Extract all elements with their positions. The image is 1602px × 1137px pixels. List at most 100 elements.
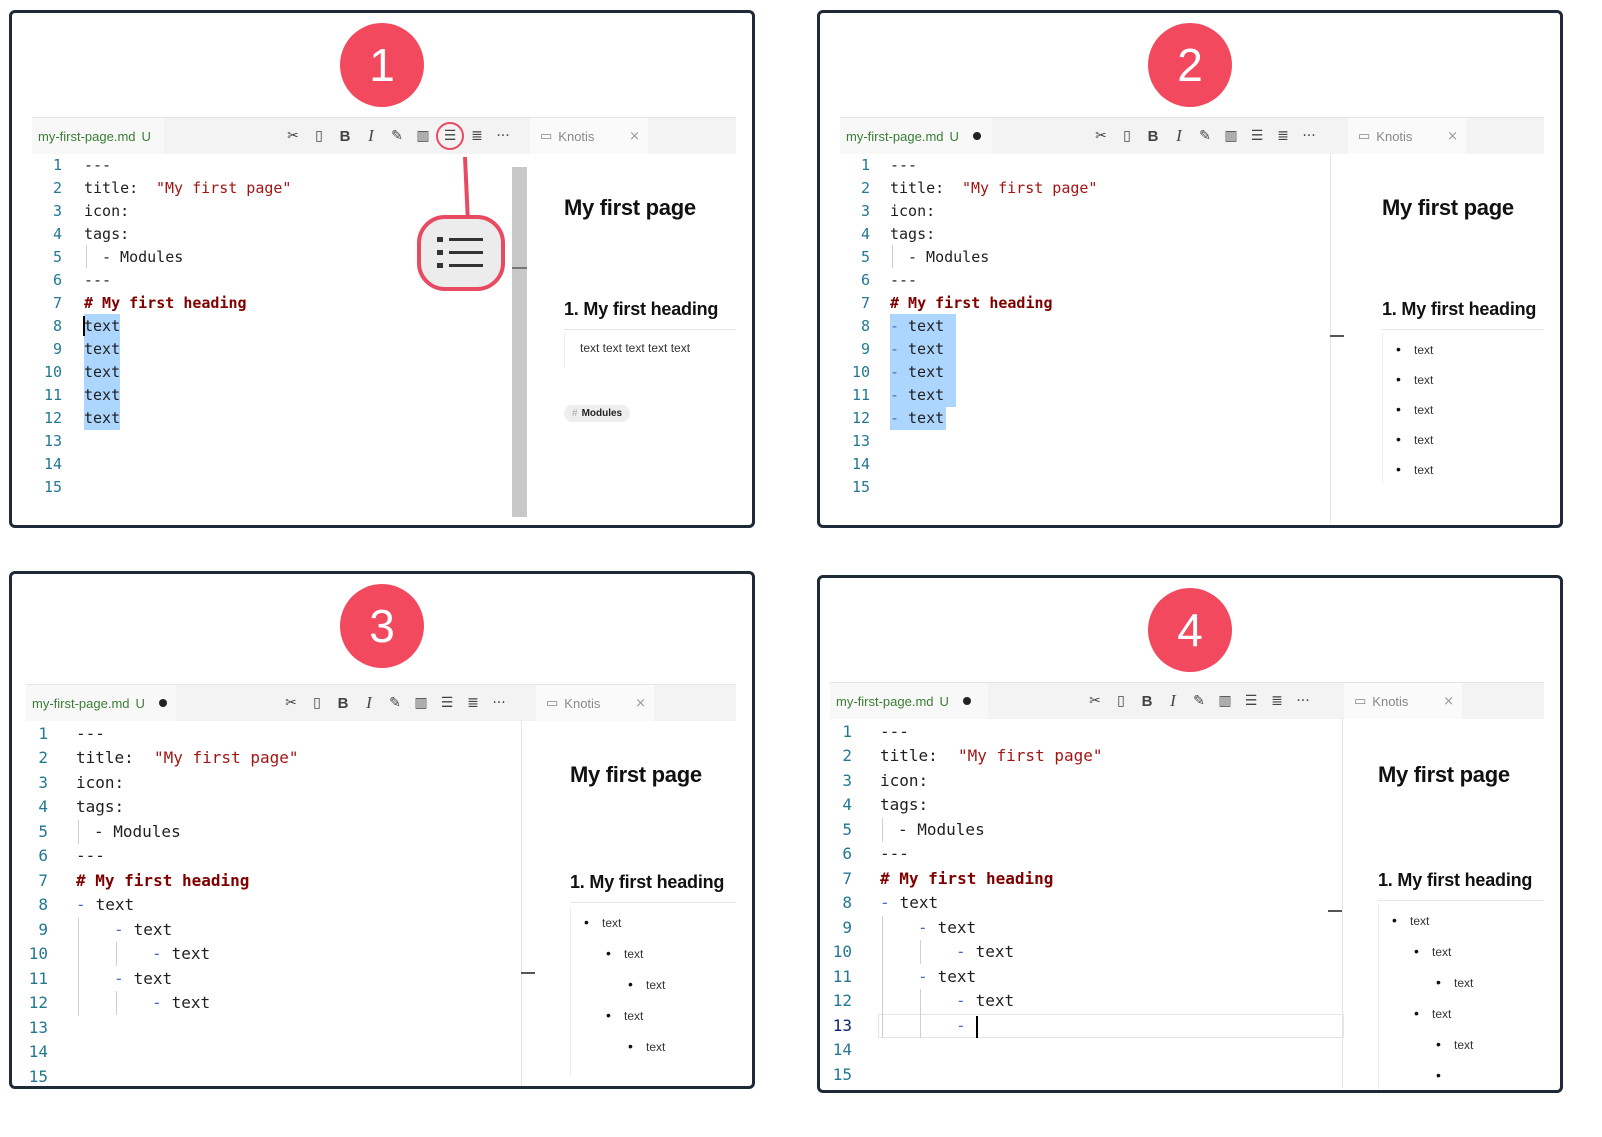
tab-file[interactable]: my-first-page.md U [830, 683, 988, 719]
code-new-list-item: - [956, 1016, 966, 1035]
numbered-list-icon[interactable]: ≣ [460, 690, 486, 716]
close-icon[interactable]: × [635, 696, 646, 711]
close-icon[interactable]: × [629, 129, 640, 144]
cut-icon[interactable]: ✂ [1082, 688, 1108, 714]
code-list-item: - text [880, 893, 939, 912]
markdown-toolbar: ✂ ▯ B I ✎ ▥ ☰ ≣ ··· [278, 685, 512, 721]
more-icon[interactable]: ··· [486, 690, 512, 716]
italic-button[interactable]: I [1166, 123, 1192, 149]
code-list-item: - text [918, 967, 977, 986]
code-line: icon: [890, 202, 936, 220]
line-number: 3 [842, 771, 852, 790]
tab-file[interactable]: my-first-page.md U [32, 118, 164, 154]
code-line: - Modules [898, 820, 985, 839]
preview-bullet: text [1414, 1005, 1452, 1021]
highlighter-icon[interactable]: ✎ [1192, 123, 1218, 149]
bullet-list-icon[interactable]: ☰ [434, 690, 460, 716]
highlighter-icon[interactable]: ✎ [1186, 688, 1212, 714]
line-number: 6 [842, 844, 852, 863]
bullet-list-icon[interactable]: ☰ [1238, 688, 1264, 714]
tab-file[interactable]: my-first-page.md U [26, 685, 176, 721]
step-badge-2: 2 [1148, 23, 1232, 107]
preview-block [1382, 333, 1383, 483]
preview-tab[interactable]: ▭ Knotis × [536, 685, 654, 721]
tag-pill[interactable]: # Modules [564, 405, 631, 422]
highlighter-icon[interactable]: ✎ [382, 690, 408, 716]
line-number: 12 [832, 991, 852, 1010]
code-editor[interactable]: 1 --- 2 title: "My first page" 3 icon: 4 tags… [26, 720, 526, 1086]
numbered-list-icon[interactable]: ≣ [1270, 123, 1296, 149]
highlighter-icon[interactable]: ✎ [384, 123, 410, 149]
unsaved-dot-icon [962, 697, 971, 705]
cut-icon[interactable]: ✂ [280, 123, 306, 149]
columns-icon[interactable]: ▥ [1218, 123, 1244, 149]
preview-bullet: text [1396, 431, 1434, 447]
bold-button[interactable]: B [330, 690, 356, 716]
columns-icon[interactable]: ▥ [408, 690, 434, 716]
indent-guide [116, 942, 117, 966]
minimap-edge [1342, 718, 1343, 1088]
preview-heading: 1. My first heading [1382, 299, 1537, 319]
line-number: 10 [28, 944, 48, 963]
line-number: 4 [860, 225, 870, 243]
code-editor[interactable]: 1 --- 2 title: "My first page" 3 icon: 4 tags… [830, 718, 1344, 1090]
tag-label: Modules [581, 408, 623, 419]
cut-icon[interactable]: ✂ [1088, 123, 1114, 149]
line-number: 14 [832, 1040, 852, 1059]
bold-button[interactable]: B [332, 123, 358, 149]
code-line: --- [890, 156, 918, 174]
code-editor[interactable]: 1 --- 2 title: "My first page" 3 icon: 4 tags… [840, 153, 1340, 525]
line-number: 6 [52, 271, 62, 289]
code-list-item: - text [76, 895, 135, 914]
close-icon[interactable]: × [1443, 694, 1454, 709]
cut-icon[interactable]: ✂ [278, 690, 304, 716]
line-number: 15 [43, 478, 62, 496]
indent-guide [78, 918, 79, 1016]
line-number: 6 [860, 271, 870, 289]
preview-tab[interactable]: ▭ Knotis × [530, 118, 648, 154]
doc-icon: ▭ [1354, 693, 1367, 709]
indent-guide [86, 245, 87, 268]
line-number: 3 [860, 202, 870, 220]
bold-button[interactable]: B [1134, 688, 1160, 714]
preview-tab-label: Knotis [1376, 128, 1413, 144]
close-icon[interactable]: × [1447, 129, 1458, 144]
line-number: 8 [38, 895, 48, 914]
preview-heading: 1. My first heading [570, 872, 725, 892]
indent-guide [882, 818, 883, 842]
line-number: 2 [52, 179, 62, 197]
code-list-item: - text [114, 969, 173, 988]
code-line: tags: [880, 795, 929, 814]
line-number: 3 [52, 202, 62, 220]
more-icon[interactable]: ··· [1296, 123, 1322, 149]
tab-file[interactable]: my-first-page.md U [840, 118, 992, 154]
editor-window: my-first-page.md U ✂ ▯ B I ✎ ▥ ☰ ≣ ··· ▭ K… [840, 117, 1544, 525]
code-list-item: - text [114, 920, 173, 939]
code-list-item: - text [956, 942, 1015, 961]
more-icon[interactable]: ··· [1290, 688, 1316, 714]
italic-button[interactable]: I [1160, 688, 1186, 714]
preview-bullet: text [1436, 974, 1474, 990]
code-line: text [84, 337, 121, 361]
italic-button[interactable]: I [356, 690, 382, 716]
numbered-list-icon[interactable]: ≣ [1264, 688, 1290, 714]
preview-tab[interactable]: ▭ Knotis × [1344, 683, 1462, 719]
italic-button[interactable]: I [358, 123, 384, 149]
document-icon[interactable]: ▯ [1114, 123, 1140, 149]
preview-divider [1382, 329, 1544, 330]
bullet-list-icon[interactable]: ☰ [1244, 123, 1270, 149]
preview-bullet: text [1414, 943, 1452, 959]
line-number: 8 [52, 317, 62, 335]
line-number: 12 [851, 409, 870, 427]
indent-guide [920, 940, 921, 964]
document-icon[interactable]: ▯ [304, 690, 330, 716]
line-number: 7 [842, 869, 852, 888]
bold-button[interactable]: B [1140, 123, 1166, 149]
preview-block [564, 333, 565, 367]
document-icon[interactable]: ▯ [1108, 688, 1134, 714]
preview-tab-label: Knotis [564, 695, 601, 711]
columns-icon[interactable]: ▥ [1212, 688, 1238, 714]
preview-tab[interactable]: ▭ Knotis × [1348, 118, 1466, 154]
document-icon[interactable]: ▯ [306, 123, 332, 149]
file-tab-status: U [939, 693, 949, 709]
